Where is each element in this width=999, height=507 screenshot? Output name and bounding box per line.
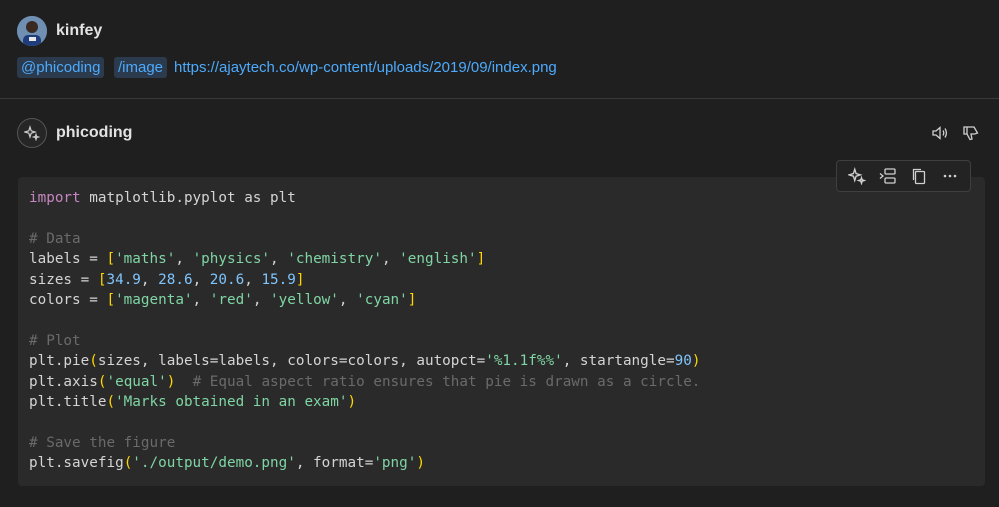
agent-mention-chip[interactable]: @phicoding: [17, 57, 105, 78]
speaker-icon[interactable]: [927, 120, 953, 146]
user-avatar: [17, 16, 47, 46]
command-chip[interactable]: /image: [114, 57, 168, 78]
thumbs-down-icon[interactable]: [958, 120, 984, 146]
code-line: ​: [29, 412, 700, 432]
image-url-link[interactable]: https://ajaytech.co/wp-content/uploads/2…: [174, 57, 557, 78]
insert-icon[interactable]: [874, 162, 902, 190]
code-line: ​: [29, 208, 700, 228]
code-line: plt.title('Marks obtained in an exam'): [29, 393, 357, 410]
code-content: import matplotlib.pyplot as plt ​ # Data la…: [29, 188, 700, 473]
responder-name: phicoding: [56, 124, 133, 141]
code-line: # Save the figure: [29, 434, 176, 451]
user-message: kinfey @phicoding /image https://ajaytec…: [0, 0, 999, 99]
code-line: import matplotlib.pyplot as plt: [29, 190, 296, 206]
code-line: # Plot: [29, 332, 81, 349]
more-icon[interactable]: [936, 162, 964, 190]
code-line: ​: [29, 310, 700, 330]
user-name: kinfey: [56, 22, 103, 39]
sparkle-icon[interactable]: [843, 162, 871, 190]
code-toolbar: [836, 160, 971, 192]
code-line: sizes = [34.9, 28.6, 20.6, 15.9]: [29, 271, 305, 288]
code-line: labels = ['maths', 'physics', 'chemistry…: [29, 251, 486, 268]
phicoding-avatar: [17, 118, 47, 148]
code-line: colors = ['magenta', 'red', 'yellow', 'c…: [29, 291, 417, 308]
code-line: plt.axis('equal') # Equal aspect ratio e…: [29, 373, 701, 390]
copy-icon[interactable]: [905, 162, 933, 190]
code-line: plt.savefig('./output/demo.png', format=…: [29, 455, 425, 472]
code-line: plt.pie(sizes, labels=labels, colors=col…: [29, 353, 701, 370]
sparkle-icon: [24, 125, 40, 141]
code-line: # Data: [29, 230, 81, 247]
